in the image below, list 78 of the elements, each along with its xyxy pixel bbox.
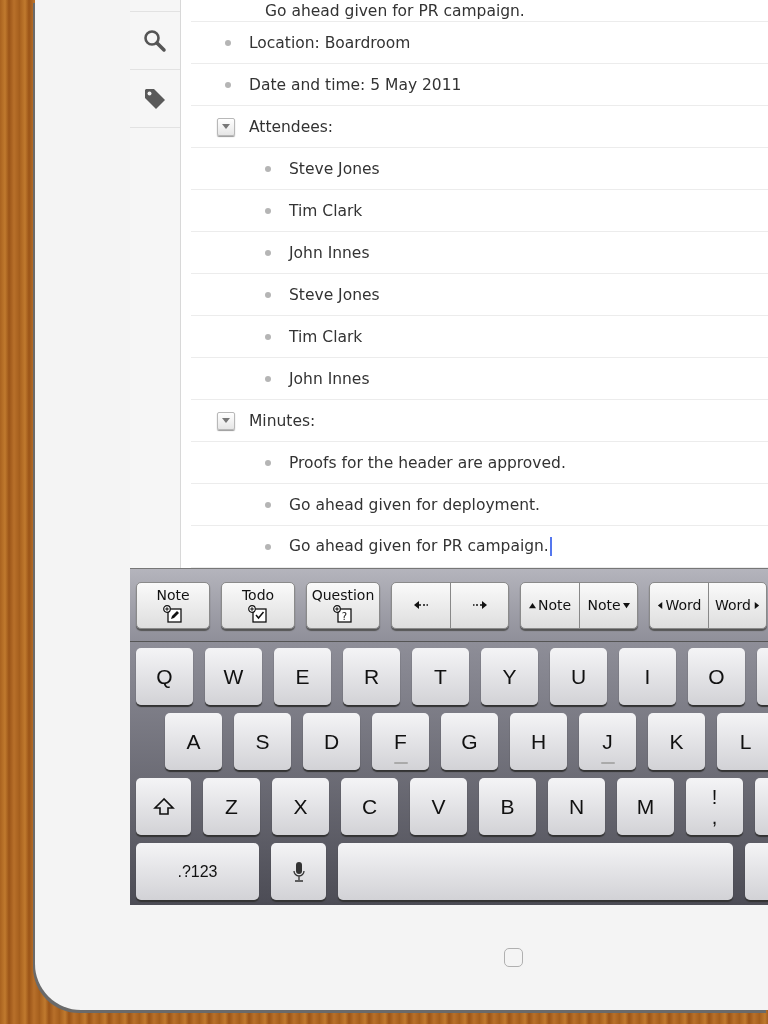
letter-key[interactable]: R [343,648,400,705]
dictation-key[interactable] [271,843,326,900]
triangle-icon [656,601,664,609]
letter-key[interactable]: Z [203,778,260,835]
next-note-button[interactable]: Note [579,582,637,628]
letter-key[interactable]: A [165,713,222,770]
outline-item[interactable]: John Innes [289,369,370,388]
bullet-icon [265,207,271,214]
bullet-icon [265,501,271,508]
letter-key[interactable]: S [234,713,291,770]
letter-key[interactable]: H [510,713,567,770]
bullet-icon [265,249,271,256]
letter-key[interactable]: F [372,713,429,770]
outline-item[interactable]: Go ahead given for PR campaign. [265,1,525,20]
letter-key[interactable]: Q [136,648,193,705]
letter-key[interactable]: L [717,713,768,770]
previous-word-button[interactable]: Word [650,582,708,628]
left-arrow-icon [414,601,428,609]
expander-toggle[interactable] [217,117,235,136]
bullet-icon [265,165,271,172]
microphone-icon [292,860,305,883]
triangle-icon [528,601,536,609]
outline-item[interactable]: Go ahead given for PR campaign. [289,537,552,556]
bullet-icon [265,333,271,340]
right-arrow-icon [472,601,487,609]
letter-key[interactable]: B [479,778,536,835]
letter-key[interactable]: I [619,648,676,705]
bullet-icon [225,39,231,46]
letter-key[interactable]: M [617,778,674,835]
bullet-icon [265,291,271,298]
previous-note-button[interactable]: Note [521,582,579,628]
note-button[interactable]: Note [137,582,209,628]
outline-item[interactable]: Go ahead given for deployment. [289,495,541,514]
letter-key[interactable]: N [548,778,605,835]
letter-key[interactable]: K [648,713,705,770]
next-word-button[interactable]: Word [708,582,766,628]
numbers-key[interactable]: .?123 [136,843,259,900]
outline-item[interactable]: Steve Jones [289,285,380,304]
letter-key[interactable]: U [550,648,607,705]
search-icon [143,28,167,53]
letter-key[interactable]: V [410,778,467,835]
triangle-icon [622,601,630,609]
outline-item[interactable]: Tim Clark [289,201,363,220]
bullet-icon [225,81,231,88]
caret-icon [222,123,230,130]
note-icon [163,605,183,623]
bullet-icon [265,459,271,466]
shift-key[interactable] [136,778,191,835]
letter-key[interactable]: O [688,648,745,705]
bullet-icon [265,543,271,550]
shift-arrow-icon [152,796,175,817]
letter-key[interactable]: Y [481,648,538,705]
outline-item[interactable]: Steve Jones [289,159,380,178]
letter-key[interactable]: E [274,648,331,705]
question-button[interactable]: Question ? [307,582,379,628]
letter-key[interactable]: D [303,713,360,770]
outline-item[interactable]: Tim Clark [289,327,363,346]
outline-item[interactable]: John Innes [289,243,370,262]
bullet-icon [265,375,271,382]
letter-key[interactable]: J [579,713,636,770]
letter-key[interactable]: W [205,648,262,705]
outline-item[interactable]: Attendees: [249,117,334,136]
letter-key[interactable]: X [272,778,329,835]
letter-key[interactable]: C [341,778,398,835]
letter-key[interactable]: G [441,713,498,770]
triangle-icon [753,601,760,609]
punctuation-key[interactable]: ! , [686,778,743,835]
outline-item[interactable]: Location: Boardroom [249,33,411,52]
caret-icon [222,417,230,424]
home-button[interactable] [504,948,523,967]
todo-button[interactable]: Todo [222,582,294,628]
letter-key[interactable]: T [412,648,469,705]
outline-item[interactable]: Minutes: [249,411,316,430]
checkbox-icon [248,605,268,623]
outline-item[interactable]: Date and time: 5 May 2011 [249,75,462,94]
outline-item[interactable]: Proofs for the header are approved. [289,453,566,472]
expander-toggle[interactable] [217,411,235,430]
tag-icon [143,86,167,111]
